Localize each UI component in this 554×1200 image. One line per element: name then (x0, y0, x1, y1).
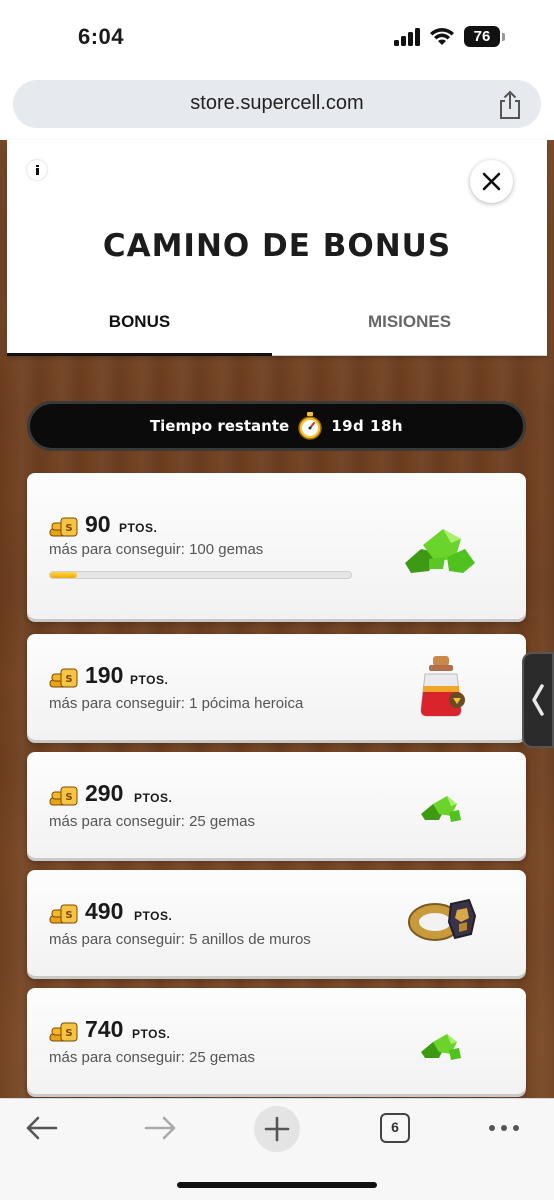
time-remaining-value: 19d 18h (331, 417, 404, 435)
more-options-icon[interactable] (484, 1110, 524, 1146)
gems-icon (421, 796, 461, 822)
reward-card[interactable]: S 190 PTOS. más para conseguir: 1 pócima… (27, 634, 526, 740)
tab-misiones[interactable]: MISIONES (272, 300, 547, 356)
progress-fill (50, 572, 78, 578)
hero-potion-icon (420, 656, 465, 717)
time-remaining-label: Tiempo restante (149, 417, 290, 435)
points-value: 90 (85, 511, 111, 537)
page-title: CAMINO DE BONUS (102, 228, 452, 264)
address-bar[interactable]: store.supercell.com (13, 80, 541, 128)
points-value: 490 (85, 898, 124, 924)
stopwatch-icon (298, 412, 322, 440)
chevron-left-icon (532, 684, 544, 716)
status-time: 6:04 (78, 24, 125, 49)
share-icon[interactable] (496, 90, 524, 120)
time-remaining-bar: Tiempo restante 19d 18h (27, 401, 526, 451)
side-panel-handle[interactable] (522, 652, 554, 748)
plus-icon (264, 1116, 290, 1142)
gems-icon (421, 1034, 461, 1060)
reward-card[interactable]: S 290 PTOS. más para conseguir: 25 gemas (27, 752, 526, 858)
status-bar: 6:04 76 (0, 0, 554, 76)
back-arrow-icon[interactable] (22, 1110, 62, 1146)
points-value: 290 (85, 780, 124, 806)
reward-card[interactable]: S 490 PTOS. más para conseguir: 5 anillo… (27, 870, 526, 976)
svg-text:S: S (65, 792, 72, 803)
points-unit: PTOS. (119, 521, 158, 535)
points-unit: PTOS. (134, 909, 173, 923)
points-coins-icon: S (49, 668, 78, 688)
info-icon[interactable] (27, 160, 47, 180)
svg-text:S: S (65, 1028, 72, 1039)
tab-switcher-button[interactable]: 6 (380, 1113, 410, 1143)
home-indicator (177, 1182, 377, 1188)
battery-level: 76 (464, 26, 500, 47)
points-unit: PTOS. (130, 673, 169, 687)
wifi-icon (430, 28, 454, 45)
points-unit: PTOS. (132, 1027, 171, 1041)
points-value: 740 (85, 1016, 124, 1042)
points-coins-icon: S (49, 786, 78, 806)
new-tab-button[interactable] (254, 1106, 300, 1152)
reward-description: más para conseguir: 25 gemas (49, 813, 255, 830)
svg-text:S: S (65, 523, 72, 534)
wall-ring-icon (408, 898, 477, 941)
close-icon (482, 172, 501, 191)
tab-bonus[interactable]: BONUS (7, 300, 272, 356)
reward-description: más para conseguir: 5 anillos de muros (49, 931, 311, 948)
svg-text:S: S (65, 910, 72, 921)
points-coins-icon: S (49, 904, 78, 924)
reward-description: más para conseguir: 25 gemas (49, 1049, 255, 1066)
points-value: 190 (85, 662, 124, 688)
close-button[interactable] (470, 160, 513, 203)
reward-card[interactable]: S 90 PTOS. más para conseguir: 100 gemas (27, 473, 526, 619)
reward-card[interactable]: S 740 PTOS. más para conseguir: 25 gemas (27, 988, 526, 1094)
gems-pile-icon (405, 529, 475, 573)
points-coins-icon: S (49, 1022, 78, 1042)
cellular-signal-icon (394, 28, 420, 46)
points-coins-icon: S (49, 517, 78, 537)
battery-cap (502, 33, 505, 41)
points-unit: PTOS. (134, 791, 173, 805)
reward-description: más para conseguir: 1 pócima heroica (49, 695, 304, 712)
forward-arrow-icon[interactable] (140, 1110, 180, 1146)
reward-description: más para conseguir: 100 gemas (49, 541, 264, 558)
progress-bar (49, 571, 352, 579)
svg-text:S: S (65, 674, 72, 685)
url-text[interactable]: store.supercell.com (13, 92, 541, 115)
